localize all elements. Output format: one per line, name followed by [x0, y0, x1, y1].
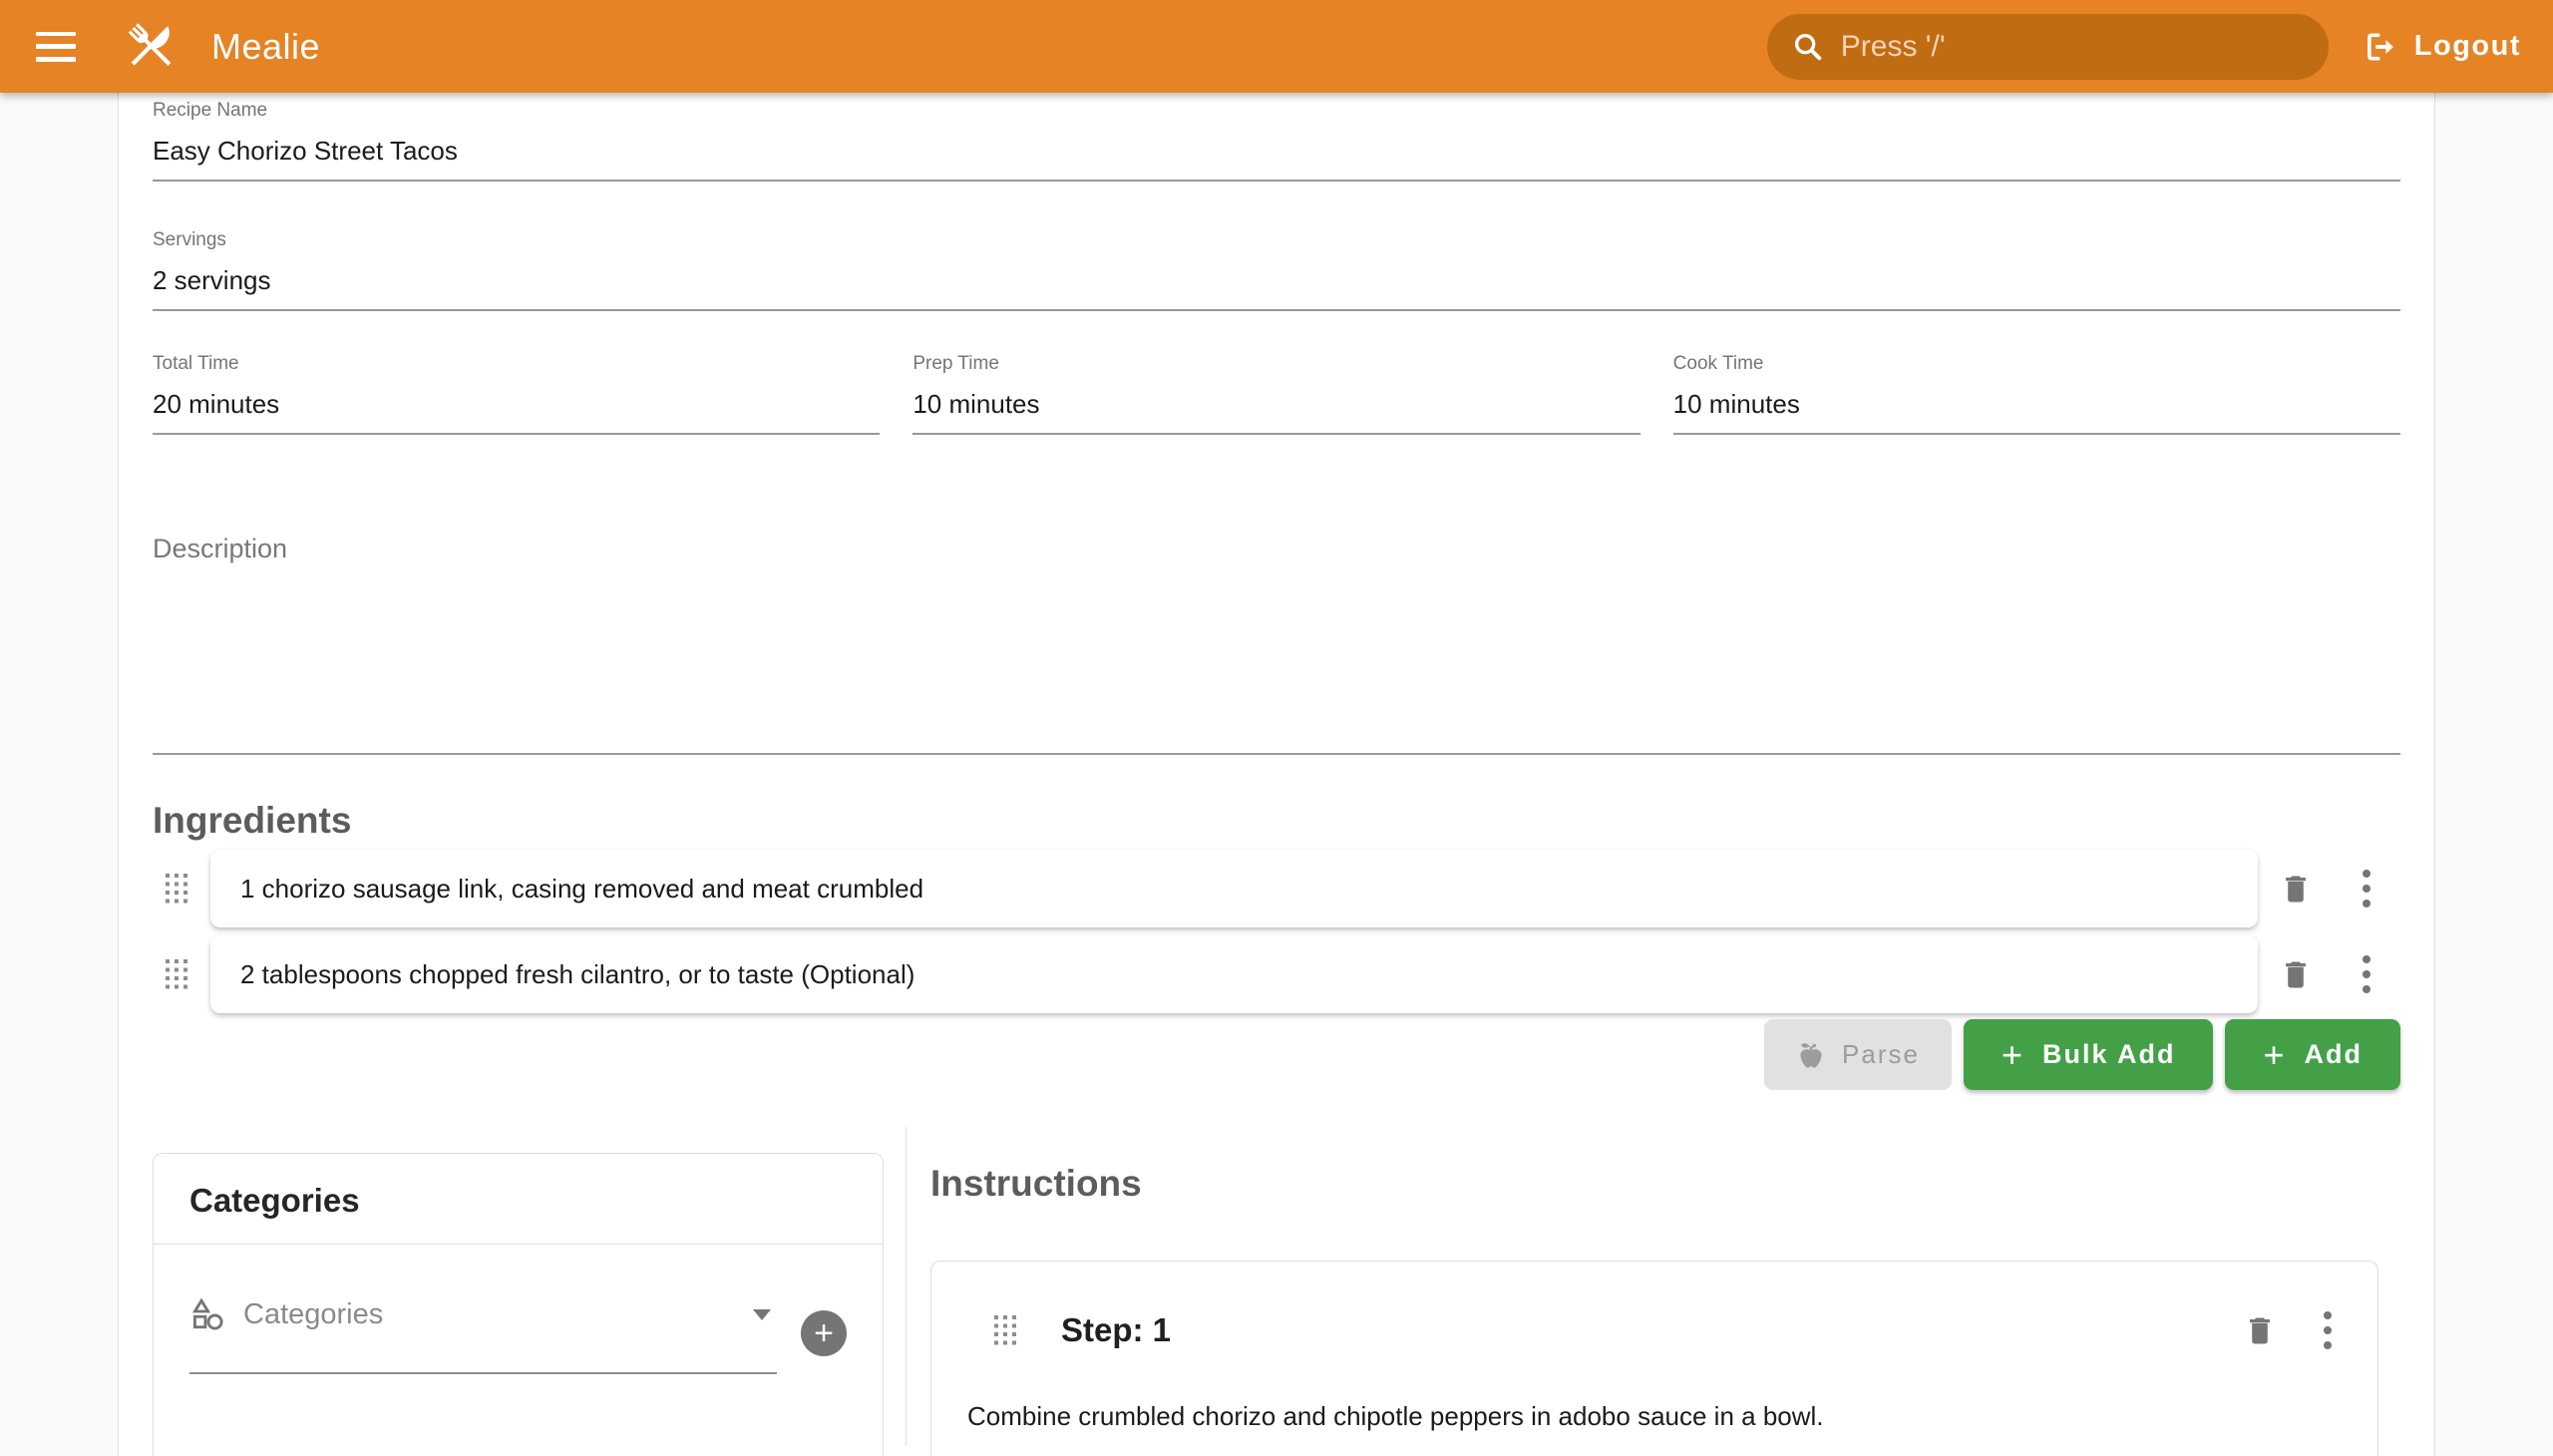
ingredient-input[interactable]: 2 tablespoons chopped fresh cilantro, or…: [210, 935, 2258, 1013]
parse-button[interactable]: Parse: [1764, 1019, 1952, 1090]
ingredient-text: 1 chorizo sausage link, casing removed a…: [240, 874, 923, 905]
ingredient-row: 1 chorizo sausage link, casing removed a…: [153, 850, 2400, 927]
ingredients-heading: Ingredients: [153, 800, 2400, 842]
trash-icon: [2279, 872, 2313, 906]
prep-time-label: Prep Time: [912, 353, 1640, 375]
recipe-name-label: Recipe Name: [153, 100, 2400, 122]
kebab-icon: [2363, 955, 2371, 993]
search-placeholder: Press '/': [1841, 30, 1946, 64]
menu-hamburger-icon[interactable]: [36, 32, 76, 62]
parse-label: Parse: [1842, 1039, 1920, 1070]
total-time-value[interactable]: 20 minutes: [153, 389, 880, 433]
app-header: Mealie Press '/' Logout: [0, 0, 2553, 93]
bottom-section: Categories Categories: [153, 1127, 2400, 1446]
app-title: Mealie: [211, 26, 320, 68]
ingredient-row: 2 tablespoons chopped fresh cilantro, or…: [153, 935, 2400, 1013]
drag-handle-icon[interactable]: [994, 1315, 1016, 1345]
total-time-label: Total Time: [153, 353, 880, 375]
prep-time-field[interactable]: Prep Time 10 minutes: [912, 353, 1640, 435]
total-time-field[interactable]: Total Time 20 minutes: [153, 353, 880, 435]
kebab-icon: [2363, 870, 2371, 908]
shapes-icon: [189, 1296, 225, 1332]
logout-icon: [2363, 29, 2398, 65]
left-column: Categories Categories: [153, 1127, 907, 1446]
ingredient-menu-button[interactable]: [2362, 870, 2371, 908]
categories-select[interactable]: Categories: [189, 1296, 777, 1374]
cook-time-field[interactable]: Cook Time 10 minutes: [1673, 353, 2400, 435]
categories-title: Categories: [154, 1154, 883, 1244]
add-label: Add: [2305, 1039, 2363, 1070]
description-field[interactable]: Description: [153, 534, 2400, 755]
ingredient-text: 2 tablespoons chopped fresh cilantro, or…: [240, 959, 914, 990]
servings-value[interactable]: 2 servings: [153, 265, 2400, 309]
description-label: Description: [153, 534, 2400, 564]
cook-time-label: Cook Time: [1673, 353, 2400, 375]
search-input[interactable]: Press '/': [1767, 14, 2329, 80]
recipe-name-value[interactable]: Easy Chorizo Street Tacos: [153, 136, 2400, 180]
delete-ingredient-button[interactable]: [2279, 872, 2313, 906]
prep-time-value[interactable]: 10 minutes: [912, 389, 1640, 433]
delete-step-button[interactable]: [2243, 1313, 2277, 1347]
cook-time-value[interactable]: 10 minutes: [1673, 389, 2400, 433]
step-card: Step: 1 Combine crumbled chorizo and chi…: [930, 1261, 2378, 1456]
times-row: Total Time 20 minutes Prep Time 10 minut…: [153, 353, 2400, 435]
kebab-icon: [2324, 1311, 2332, 1349]
chevron-down-icon[interactable]: [753, 1309, 771, 1320]
trash-icon: [2279, 957, 2313, 991]
apple-icon: [1796, 1040, 1826, 1070]
delete-ingredient-button[interactable]: [2279, 957, 2313, 991]
plus-icon: +: [2002, 1037, 2022, 1073]
step-text[interactable]: Combine crumbled chorizo and chipotle pe…: [967, 1399, 2342, 1433]
add-category-button[interactable]: +: [801, 1310, 847, 1356]
step-header: Step: 1: [931, 1262, 2377, 1349]
search-icon: [1791, 30, 1825, 64]
drag-handle-icon[interactable]: [166, 874, 187, 904]
ingredient-menu-button[interactable]: [2362, 955, 2371, 993]
categories-select-label: Categories: [243, 1298, 383, 1331]
step-menu-button[interactable]: [2323, 1311, 2332, 1349]
add-ingredient-button[interactable]: + Add: [2225, 1019, 2400, 1090]
categories-card: Categories Categories: [153, 1153, 884, 1456]
servings-label: Servings: [153, 229, 2400, 251]
ingredient-input[interactable]: 1 chorizo sausage link, casing removed a…: [210, 850, 2258, 927]
recipe-editor-card: Recipe Name Easy Chorizo Street Tacos Se…: [118, 93, 2435, 1456]
mealie-logo-icon: [118, 14, 183, 80]
drag-handle-icon[interactable]: [166, 959, 187, 989]
trash-icon: [2243, 1313, 2277, 1347]
bulk-add-label: Bulk Add: [2042, 1039, 2176, 1070]
logout-button[interactable]: Logout: [2363, 29, 2521, 65]
instructions-heading: Instructions: [930, 1163, 2400, 1205]
step-title: Step: 1: [1061, 1311, 1171, 1349]
logout-label: Logout: [2414, 30, 2521, 63]
recipe-name-field[interactable]: Recipe Name Easy Chorizo Street Tacos: [153, 100, 2400, 182]
bulk-add-button[interactable]: + Bulk Add: [1964, 1019, 2214, 1090]
ingredient-actions: Parse + Bulk Add + Add: [153, 1019, 2400, 1090]
divider: [154, 1244, 883, 1245]
categories-select-row: Categories +: [189, 1296, 847, 1374]
plus-icon: +: [2263, 1037, 2284, 1073]
right-column: Instructions Step: 1: [907, 1127, 2400, 1446]
servings-field[interactable]: Servings 2 servings: [153, 229, 2400, 311]
